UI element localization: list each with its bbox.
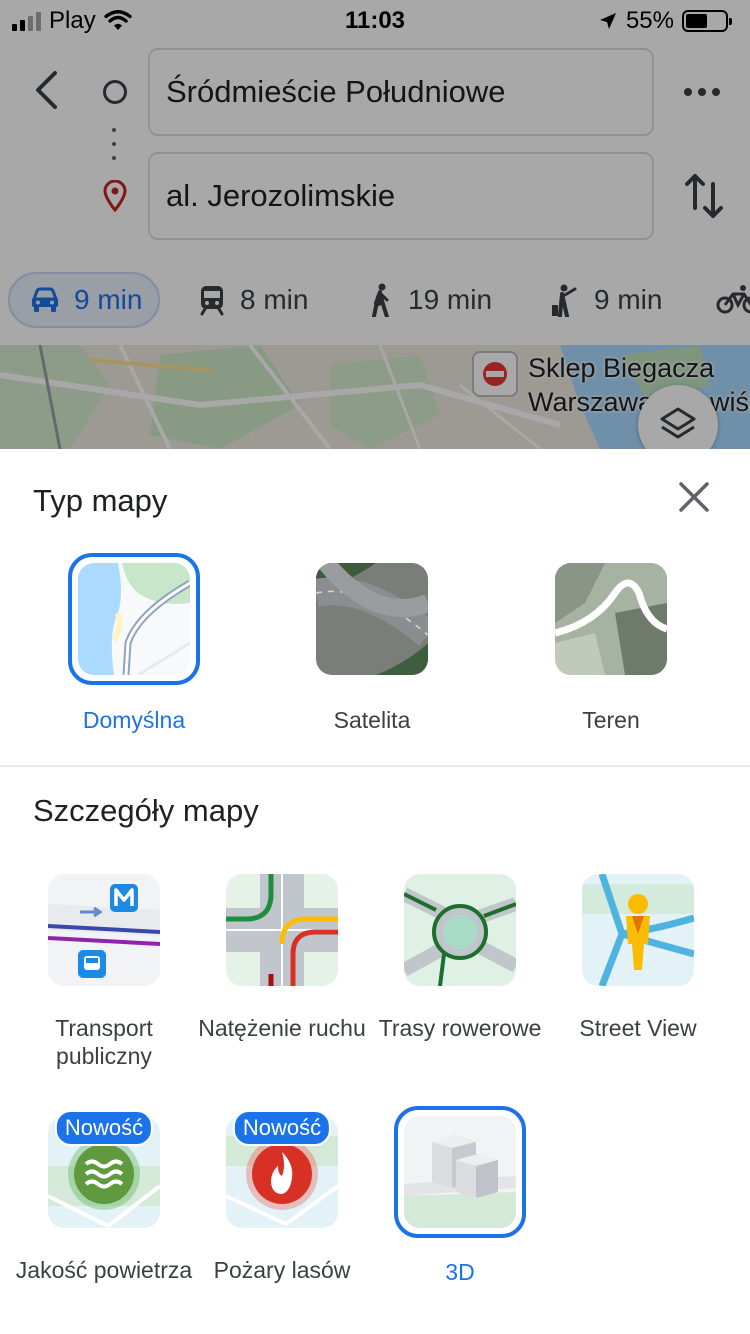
battery-percent: 55% — [625, 7, 674, 34]
back-button[interactable] — [24, 62, 68, 118]
mode-label: 9 min — [74, 284, 143, 315]
poi-name: Sklep Biegacza — [528, 353, 715, 383]
destination-pin-icon — [103, 180, 127, 212]
detail-label: Pożary lasów — [213, 1257, 351, 1283]
swap-icon[interactable] — [680, 170, 728, 222]
layers-icon — [660, 407, 696, 439]
route-header: Play 11:03 55% Śródmieście Południowe al… — [0, 0, 750, 345]
more-dot — [698, 88, 706, 96]
street-view-icon — [582, 874, 694, 986]
battery-icon — [682, 10, 732, 32]
mode-label: 8 min — [240, 284, 309, 315]
walk-icon — [372, 283, 389, 317]
car-icon — [31, 287, 59, 312]
mode-driving-button[interactable]: 9 min — [8, 272, 161, 328]
map-view[interactable]: Sklep Biegacza Warszawa - Powiśle — [0, 345, 750, 449]
transit-icon — [48, 874, 160, 986]
detail-wildfires[interactable]: Nowość Pożary lasów — [193, 1110, 371, 1284]
origin-circle-icon — [103, 80, 127, 104]
map-type-label: Domyślna — [82, 707, 186, 733]
map-type-satellite[interactable]: Satelita — [287, 553, 457, 734]
detail-label: Jakość powietrza — [15, 1257, 193, 1283]
more-options-button[interactable] — [680, 78, 724, 106]
mode-walking-button[interactable]: 19 min — [366, 272, 492, 328]
detail-traffic[interactable]: Natężenie ruchu — [193, 874, 371, 1042]
map-type-default[interactable]: Domyślna — [49, 553, 219, 734]
detail-air-quality[interactable]: Nowość Jakość powietrza — [15, 1110, 193, 1284]
detail-label: Natężenie ruchu — [198, 1015, 366, 1041]
traffic-icon — [226, 874, 338, 986]
location-arrow-icon — [599, 13, 616, 29]
detail-street-view[interactable]: Street View — [549, 874, 727, 1042]
mode-label: 19 min — [408, 284, 493, 315]
detail-bike-routes[interactable]: Trasy rowerowe — [371, 874, 549, 1042]
route-dots-icon — [112, 128, 116, 160]
map-type-terrain[interactable]: Teren — [526, 553, 696, 734]
air-quality-icon: Nowość — [47, 1110, 162, 1229]
close-icon[interactable] — [672, 475, 716, 519]
detail-3d[interactable]: 3D — [371, 1106, 549, 1286]
section-divider — [0, 765, 750, 767]
chevron-left-icon — [36, 71, 57, 109]
3d-buildings-icon — [404, 1116, 516, 1228]
detail-transit[interactable]: Transport publiczny — [15, 874, 193, 1070]
map-type-label: Satelita — [333, 707, 411, 733]
new-badge: Nowość — [232, 1110, 332, 1146]
satellite-map-icon — [316, 563, 428, 675]
bicycle-icon — [716, 285, 750, 314]
ride-hail-icon — [552, 284, 577, 317]
travel-modes: 9 min 8 min 19 min 9 min — [0, 268, 750, 334]
status-bar: Play 11:03 55% — [0, 0, 750, 42]
default-map-icon — [78, 563, 190, 675]
more-dot — [684, 88, 692, 96]
map-options-sheet: Typ mapy Domyślna Satelita Teren Szczegó… — [0, 449, 750, 1334]
mode-cycling-button[interactable] — [716, 272, 750, 328]
map-type-label: Teren — [582, 707, 640, 733]
store-logo-icon — [472, 351, 518, 397]
origin-input[interactable]: Śródmieście Południowe — [148, 48, 654, 136]
terrain-map-icon — [555, 563, 667, 675]
mode-label: 9 min — [594, 284, 663, 315]
map-type-heading: Typ mapy — [33, 483, 168, 518]
detail-label: Transport publiczny — [55, 1015, 153, 1069]
new-badge: Nowość — [54, 1110, 154, 1146]
mode-ride-hail-button[interactable]: 9 min — [550, 272, 662, 328]
mode-transit-button[interactable]: 8 min — [198, 272, 308, 328]
detail-label: 3D — [445, 1259, 475, 1285]
train-icon — [200, 286, 224, 316]
battery-fill — [686, 14, 707, 28]
detail-label: Trasy rowerowe — [378, 1015, 542, 1041]
wildfire-icon: Nowość — [225, 1110, 340, 1228]
destination-input[interactable]: al. Jerozolimskie — [148, 152, 654, 240]
more-dot — [712, 88, 720, 96]
map-details-heading: Szczegóły mapy — [33, 793, 259, 828]
bike-routes-icon — [404, 874, 516, 986]
detail-label: Street View — [579, 1015, 697, 1041]
